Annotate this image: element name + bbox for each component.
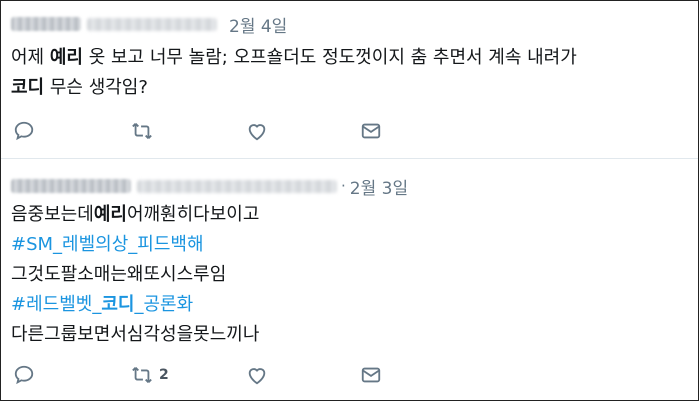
reply-button[interactable] [13, 120, 35, 142]
tweet-line: #레드벨벳_코디_공론화 [11, 290, 259, 320]
tweet-date[interactable]: 2월 3일 [350, 174, 408, 199]
tweet-line: 음중보는데예리어깨훤히다보이고 [11, 200, 259, 230]
tweet-text-segment: 그것도팔소매는왜또시스루임 [11, 264, 227, 285]
tweet-actions: 2 [13, 364, 393, 388]
tweet-text: 음중보는데예리어깨훤히다보이고 #SM_레벨의상_피드백해그것도팔소매는왜또시스루… [11, 200, 259, 350]
separator-dot: · [341, 177, 346, 195]
tweet-text-segment: 예리 [49, 47, 83, 68]
author-name-redacted[interactable] [11, 17, 81, 31]
hashtag-link[interactable]: 코디 [101, 294, 134, 315]
reply-icon [14, 365, 34, 385]
timeline: 2월 4일 어제 예리 옷 보고 너무 놀람; 오프숄더도 정도껏이지 춤 추면… [0, 0, 699, 401]
like-button[interactable] [246, 120, 268, 142]
envelope-icon [361, 123, 381, 139]
tweet-text-segment: 무슨 생각임? [44, 77, 148, 98]
tweet-text-segment: 음중보는데 [11, 204, 94, 225]
envelope-icon [361, 367, 381, 383]
tweet-text-segment: 예리 [93, 204, 127, 225]
retweet-button[interactable]: 2 [131, 364, 169, 386]
dm-button[interactable] [360, 120, 382, 142]
like-button[interactable] [246, 364, 268, 386]
tweet-line: #SM_레벨의상_피드백해 [11, 230, 259, 260]
tweet-line: 코디 무슨 생각임? [11, 73, 577, 103]
tweet-1[interactable]: 2월 4일 어제 예리 옷 보고 너무 놀람; 오프숄더도 정도껏이지 춤 추면… [1, 1, 698, 159]
retweet-button[interactable] [131, 120, 159, 142]
tweet-header: 2월 4일 [11, 12, 287, 37]
retweet-icon [132, 123, 152, 139]
heart-icon [248, 124, 266, 141]
author-handle-redacted[interactable] [87, 17, 217, 31]
heart-icon [248, 368, 266, 385]
hashtag-link[interactable]: #SM_레벨의상_피드백해 [11, 234, 204, 255]
tweet-text-segment: 어깨훤히다보이고 [126, 204, 260, 225]
tweet-actions [13, 120, 393, 144]
tweet-line: 다른그룹보면서심각성을못느끼나 [11, 320, 259, 350]
tweet-text: 어제 예리 옷 보고 너무 놀람; 오프숄더도 정도껏이지 춤 추면서 계속 내… [11, 43, 577, 103]
hashtag-link[interactable]: _공론화 [134, 294, 193, 315]
reply-button[interactable] [13, 364, 35, 386]
tweet-2[interactable]: · 2월 3일 음중보는데예리어깨훤히다보이고 #SM_레벨의상_피드백해그것도팔… [1, 159, 698, 400]
reply-icon [14, 121, 34, 141]
author-name-redacted[interactable] [11, 179, 131, 193]
tweet-header: · 2월 3일 [11, 174, 408, 199]
tweet-text-segment: 다른그룹보면서심각성을못느끼나 [11, 324, 260, 345]
tweet-date[interactable]: 2월 4일 [229, 12, 287, 37]
retweet-icon [132, 367, 152, 383]
author-handle-redacted[interactable] [137, 179, 337, 193]
tweet-text-segment: 어제 [11, 47, 50, 68]
tweet-line: 그것도팔소매는왜또시스루임 [11, 260, 259, 290]
retweet-count: 2 [159, 367, 169, 383]
tweet-line: 어제 예리 옷 보고 너무 놀람; 오프숄더도 정도껏이지 춤 추면서 계속 내… [11, 43, 577, 73]
hashtag-link[interactable]: #레드벨벳_ [11, 294, 101, 315]
tweet-text-segment: 코디 [11, 77, 45, 98]
dm-button[interactable] [360, 364, 382, 386]
tweet-text-segment: 옷 보고 너무 놀람; 오프숄더도 정도껏이지 춤 추면서 계속 내려가 [82, 47, 577, 68]
